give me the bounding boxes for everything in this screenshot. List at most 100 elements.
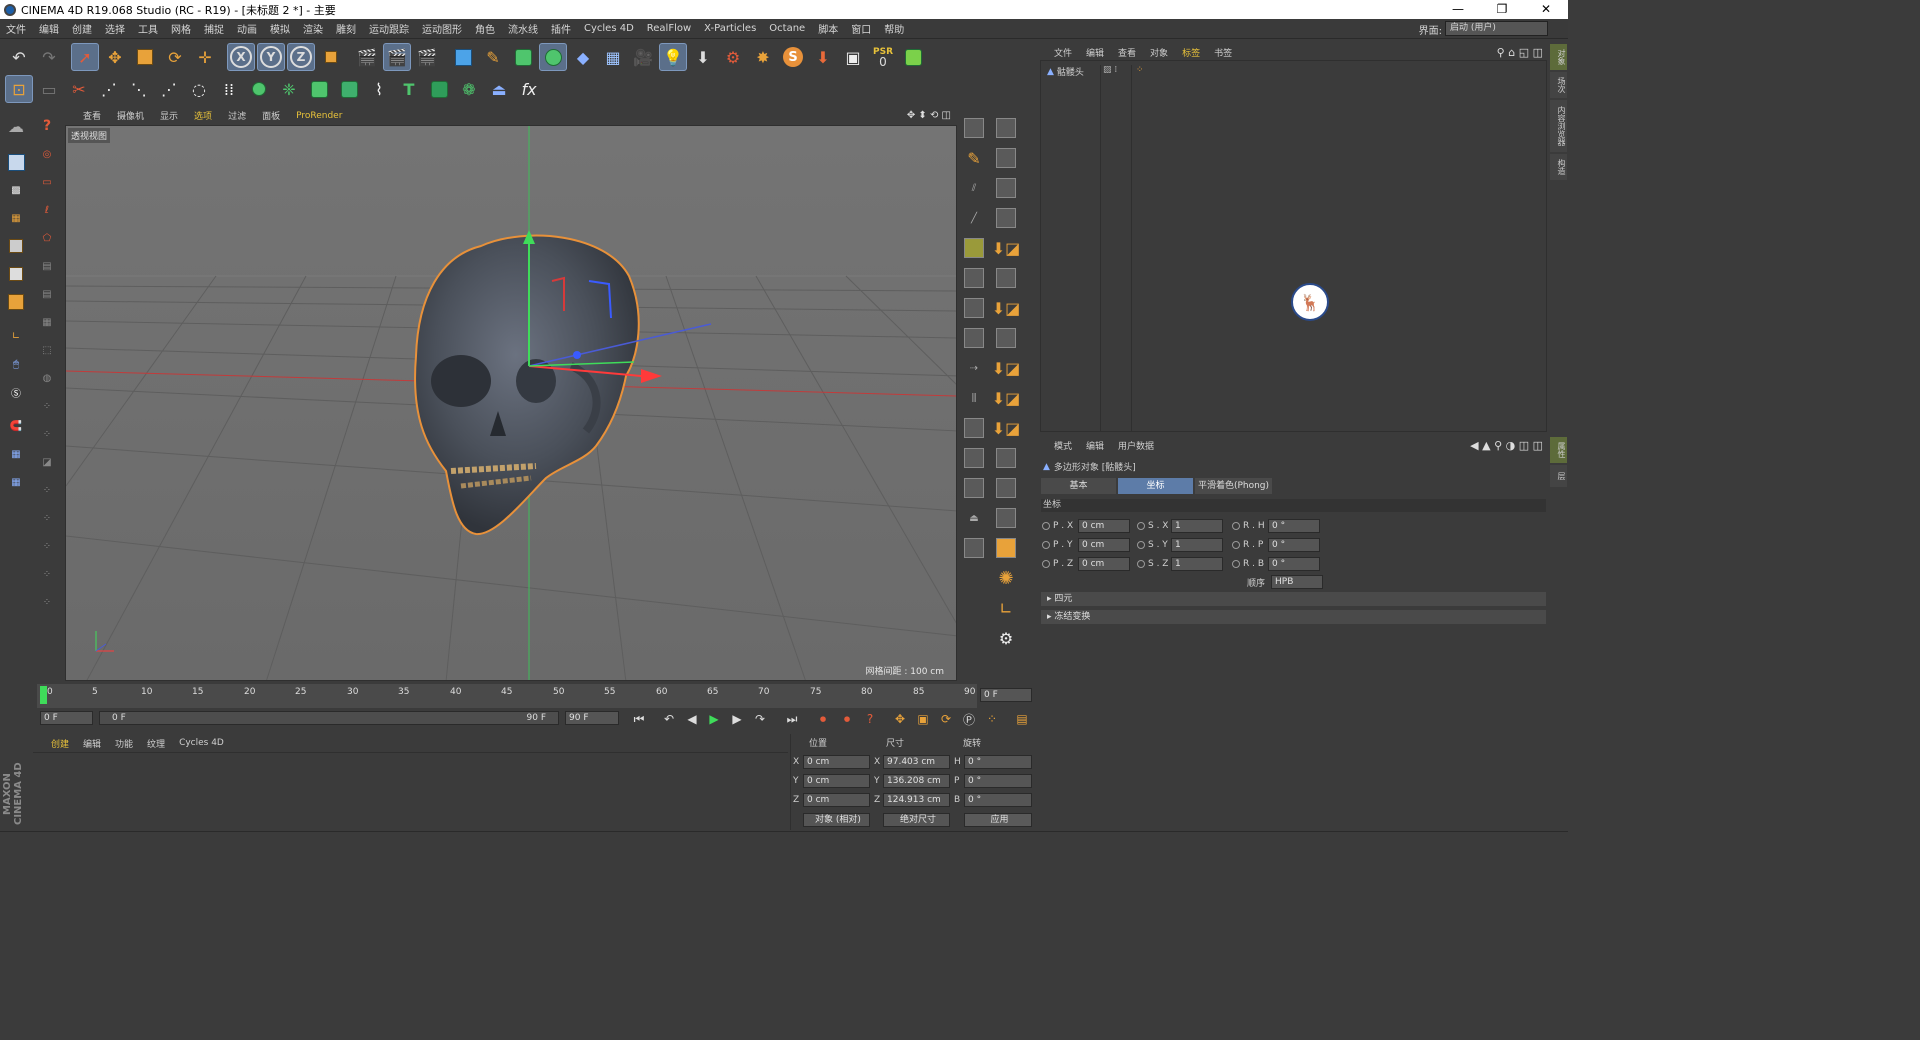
side-tab-layers[interactable]: 层 [1550,465,1567,487]
points-mode-icon[interactable] [245,75,273,103]
menu-simulate[interactable]: 模拟 [264,21,297,36]
menu-sculpt[interactable]: 雕刻 [330,21,363,36]
line-tool-icon[interactable]: ╱ [960,204,988,232]
snap-s-icon[interactable]: Ⓢ [2,378,30,406]
checker-icon[interactable]: ▩ [2,176,30,204]
dots-grid-icon-4[interactable]: ⁘ [33,504,61,532]
drop-icon[interactable]: ⬇ [809,43,837,71]
deform-d-icon[interactable] [992,324,1020,352]
prop-py-field[interactable]: 0 cm [1078,538,1130,552]
menu-plugins[interactable]: 插件 [545,21,578,36]
prop-px-field[interactable]: 0 cm [1078,519,1130,533]
menu-mograph[interactable]: 运动图形 [416,21,469,36]
viewport-menu-filter[interactable]: 过滤 [220,109,254,122]
z-axis-lock-icon[interactable]: Z [287,43,315,71]
viewport-menu-display[interactable]: 显示 [152,109,186,122]
ring-select-icon[interactable]: ◌ [185,75,213,103]
object-axis-icon[interactable] [2,260,30,288]
tab-coordinates[interactable]: 坐标 [1118,478,1193,494]
polygon-axis-icon[interactable] [2,288,30,316]
autokey-icon[interactable]: ⏺ [837,709,857,729]
menu-xparticles[interactable]: X-Particles [698,23,763,34]
coord-size-z[interactable]: 124.913 cm [883,793,950,807]
render-view-icon[interactable]: 🎬 [353,43,381,71]
side-tab-objects[interactable]: 对象 [1550,44,1567,70]
box-icon-7[interactable] [960,534,988,562]
menu-window[interactable]: 窗口 [845,21,878,36]
y-axis-lock-icon[interactable]: Y [257,43,285,71]
viewport-menu-options[interactable]: 选项 [186,109,220,122]
am-menu-mode[interactable]: 模式 [1040,439,1079,452]
tab-phong[interactable]: 平滑着色(Phong) [1195,478,1272,494]
visibility-toggle-icon[interactable]: ▨ ⁞ [1103,65,1117,75]
spline-edit-icon[interactable] [992,534,1020,562]
explode-icon[interactable]: ✸ [749,43,777,71]
box-b-3[interactable] [992,174,1020,202]
coord-pos-x[interactable]: 0 cm [803,755,870,769]
jb-plugin-icon[interactable] [899,43,927,71]
layout-select[interactable]: 启动 (用户) [1445,21,1548,36]
coord-pos-y[interactable]: 0 cm [803,774,870,788]
menu-script[interactable]: 脚本 [812,21,845,36]
floor-icon[interactable]: ▦ [599,43,627,71]
deform-h-icon[interactable] [992,444,1020,472]
spline-icon[interactable]: ⌇ [365,75,393,103]
render-settings-icon[interactable]: 🎬 [413,43,441,71]
phong-tag-icon[interactable]: ⁘ [1136,65,1144,75]
menu-select[interactable]: 选择 [99,21,132,36]
cube-object-icon[interactable] [449,43,477,71]
deformer-icon[interactable]: ◆ [569,43,597,71]
key-rotation-icon[interactable]: ⟳ [936,709,956,729]
model-mode-icon[interactable]: ⊡ [5,75,33,103]
box-b-1[interactable] [992,114,1020,142]
deform-b-icon[interactable] [992,264,1020,292]
settings-cube-icon[interactable]: ⚙ [992,624,1020,652]
order-select[interactable]: HPB [1271,575,1324,589]
box-icon-2[interactable] [960,294,988,322]
prop-rh-field[interactable]: 0 ° [1268,519,1320,533]
yellow-shield-icon[interactable] [960,234,988,262]
om-menu-objects[interactable]: 对象 [1143,46,1175,59]
viewport-menu-prorender[interactable]: ProRender [288,111,350,121]
om-menu-tags[interactable]: 标签 [1175,46,1207,59]
bars-icon[interactable]: ⫼ [960,384,988,412]
prop-sy-field[interactable]: 1 [1171,538,1223,552]
bridge-icon[interactable]: ⋰ [95,75,123,103]
coord-size-mode-select[interactable]: 绝对尺寸 [883,813,950,827]
coord-rot-b[interactable]: 0 ° [964,793,1032,807]
deform-i-icon[interactable] [992,474,1020,502]
redo-icon[interactable]: ↷ [35,43,63,71]
coord-size-y[interactable]: 136.208 cm [883,774,950,788]
box-b-2[interactable] [992,144,1020,172]
effects-icon[interactable]: fx [515,75,543,103]
minimize-button[interactable]: — [1436,0,1480,19]
locked-workplane-icon[interactable]: ▦ [2,440,30,468]
subdivision-icon[interactable] [509,43,537,71]
box-icon-4[interactable] [960,414,988,442]
start-frame-field[interactable]: 0 F [40,711,93,725]
end-frame-field[interactable]: 90 F [565,711,619,725]
timeline-ruler[interactable]: 0 5 10 15 20 25 30 35 40 45 50 55 60 65 … [37,684,977,708]
texture-mode-icon[interactable]: ▭ [35,75,63,103]
dots-grid-icon-7[interactable]: ⁘ [33,588,61,616]
menu-cycles4d[interactable]: Cycles 4D [578,23,641,34]
material-menu-texture[interactable]: 纹理 [140,737,172,750]
prop-rb-field[interactable]: 0 ° [1268,557,1320,571]
grid-select-icon[interactable]: ⁞⁞ [215,75,243,103]
box-icon-1[interactable] [960,264,988,292]
sweep-icon[interactable]: ❁ [455,75,483,103]
brush-tool-icon[interactable]: ✎ [960,144,988,172]
coordinate-system-icon[interactable] [317,43,345,71]
magnet-plugin-icon[interactable]: ⚙ [719,43,747,71]
make-editable-icon[interactable] [2,148,30,176]
enable-axis-icon[interactable]: ∟ [2,322,30,350]
axis-tool-icon[interactable]: ∟ [992,594,1020,622]
viewport-menu-panel[interactable]: 面板 [254,109,288,122]
menu-animate[interactable]: 动画 [231,21,264,36]
mesh-check-icon[interactable] [335,75,363,103]
material-list[interactable] [33,752,788,829]
recent-tool-icon[interactable]: ✛ [191,43,219,71]
deform-f-icon[interactable]: ⬇◪ [992,384,1021,412]
menu-tools[interactable]: 工具 [132,21,165,36]
box-icon-5[interactable] [960,444,988,472]
